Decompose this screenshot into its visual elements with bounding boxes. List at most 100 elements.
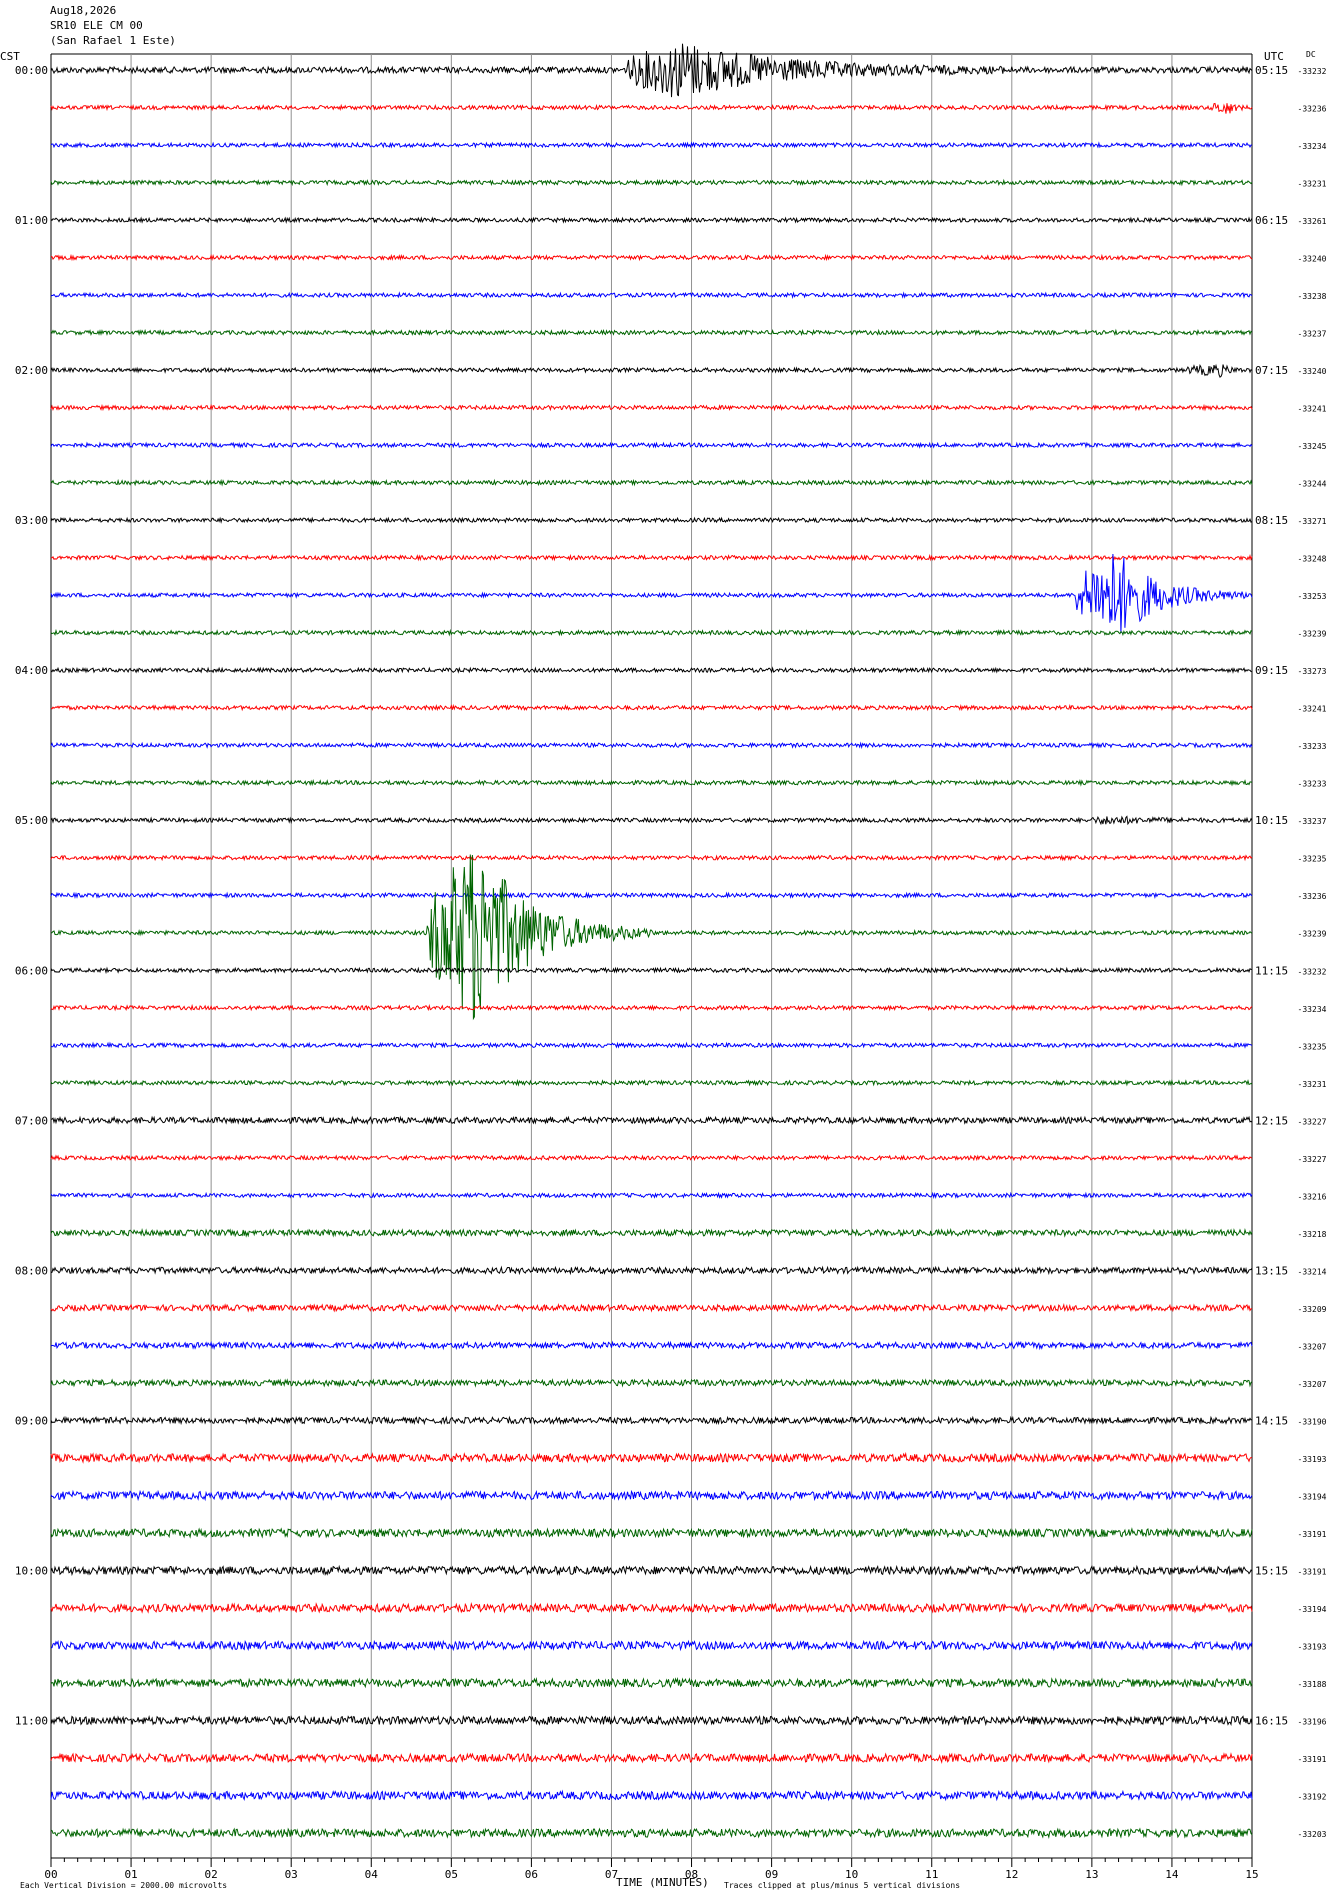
cst-hour-label: 05:00	[15, 814, 48, 827]
seismic-trace	[50, 854, 1253, 862]
dc-offset-label: -33216	[1298, 1192, 1327, 1201]
cst-hour-label: 04:00	[15, 664, 48, 677]
seismic-trace	[50, 741, 1253, 750]
cst-hour-label: 10:00	[15, 1564, 48, 1577]
dc-offset-label: -33238	[1298, 292, 1327, 301]
dc-offset-label: -33261	[1298, 217, 1327, 226]
seismic-trace	[50, 553, 1253, 634]
dc-offset-label: -33237	[1298, 330, 1327, 339]
dc-offset-label: -33227	[1298, 1117, 1327, 1126]
cst-hour-label: 01:00	[15, 214, 48, 227]
x-tick-label: 14	[1165, 1868, 1179, 1881]
dc-offset-label: -33194	[1298, 1605, 1327, 1614]
seismic-trace	[50, 1489, 1253, 1502]
seismic-trace	[50, 854, 1253, 1021]
seismic-trace	[50, 291, 1253, 299]
dc-offset-label: -33235	[1298, 1042, 1327, 1051]
dc-offset-label: -33214	[1298, 1267, 1327, 1276]
seismic-trace	[50, 1191, 1253, 1200]
traces	[50, 43, 1253, 1839]
seismic-trace	[50, 1227, 1253, 1238]
dc-offset-label: -33191	[1298, 1530, 1327, 1539]
x-tick-label: 00	[44, 1868, 57, 1881]
x-tick-label: 13	[1085, 1868, 1098, 1881]
x-tick-label: 11	[925, 1868, 938, 1881]
dc-offset-label: -33244	[1298, 480, 1327, 489]
seismic-trace	[50, 1564, 1253, 1577]
right-timezone-label: UTC	[1264, 50, 1284, 63]
dc-offset-label: -33194	[1298, 1492, 1327, 1501]
dc-offset-label: -33234	[1298, 142, 1327, 151]
seismic-trace	[50, 1527, 1253, 1539]
seismic-trace	[50, 441, 1253, 449]
seismic-trace	[50, 1714, 1253, 1727]
dc-offset-label: -33190	[1298, 1417, 1327, 1426]
utc-hour-label: 16:15	[1255, 1714, 1288, 1727]
dc-column-label: DC	[1306, 50, 1316, 59]
dc-offset-label: -33236	[1298, 105, 1327, 114]
dc-offset-label: -33232	[1298, 67, 1327, 76]
seismic-trace	[50, 666, 1253, 675]
dc-offset-label: -33232	[1298, 967, 1327, 976]
utc-hour-label: 10:15	[1255, 814, 1288, 827]
utc-hour-label: 07:15	[1255, 364, 1288, 377]
seismic-trace	[50, 628, 1253, 637]
seismic-trace	[50, 1154, 1253, 1162]
cst-hour-label: 09:00	[15, 1414, 48, 1427]
seismic-trace	[50, 703, 1253, 712]
seismic-trace	[50, 891, 1253, 900]
seismic-trace	[50, 1265, 1253, 1276]
seismic-trace	[50, 1639, 1253, 1652]
seismic-trace	[50, 1303, 1253, 1313]
seismic-trace	[50, 253, 1253, 262]
seismic-trace	[50, 1078, 1253, 1087]
seismic-trace	[50, 102, 1253, 114]
seismic-trace	[50, 1827, 1253, 1839]
left-timezone-label: CST	[0, 50, 20, 63]
cst-hour-label: 07:00	[15, 1114, 48, 1127]
dc-offset-label: -33236	[1298, 892, 1327, 901]
dc-offset-label: -33193	[1298, 1642, 1327, 1651]
utc-hour-label: 11:15	[1255, 964, 1288, 977]
utc-hour-label: 05:15	[1255, 64, 1288, 77]
seismic-trace	[50, 1115, 1253, 1126]
dc-offset-label: -33203	[1298, 1830, 1327, 1839]
seismic-trace	[50, 141, 1253, 149]
dc-offset-label: -33239	[1298, 930, 1327, 939]
cst-hour-label: 06:00	[15, 964, 48, 977]
seismic-trace	[50, 43, 1253, 98]
utc-hour-label: 08:15	[1255, 514, 1288, 527]
clip-note: Traces clipped at plus/minus 5 vertical …	[724, 1881, 960, 1890]
seismic-trace	[50, 779, 1253, 787]
seismic-trace	[50, 1789, 1253, 1802]
seismic-trace	[50, 216, 1253, 224]
seismic-trace	[50, 363, 1253, 378]
grid	[50, 53, 1253, 1867]
x-tick-label: 09	[765, 1868, 778, 1881]
dc-offset-label: -33192	[1298, 1792, 1327, 1801]
dc-offset-label: -33241	[1298, 405, 1327, 414]
x-tick-label: 01	[124, 1868, 137, 1881]
dc-offset-label: -33207	[1298, 1380, 1327, 1389]
dc-offset-label: -33273	[1298, 667, 1327, 676]
utc-hour-label: 09:15	[1255, 664, 1288, 677]
utc-hour-label: 15:15	[1255, 1564, 1288, 1577]
dc-offset-label: -33191	[1298, 1567, 1327, 1576]
dc-offset-label: -33196	[1298, 1717, 1327, 1726]
seismic-trace	[50, 1378, 1253, 1388]
x-tick-label: 10	[845, 1868, 858, 1881]
dc-offset-label: -33248	[1298, 555, 1327, 564]
dc-offset-label: -33188	[1298, 1680, 1327, 1689]
seismic-trace	[50, 815, 1253, 826]
x-axis-label: TIME (MINUTES)	[616, 1876, 709, 1889]
dc-offset-label: -33233	[1298, 742, 1327, 751]
dc-offset-label: -33218	[1298, 1230, 1327, 1239]
dc-offset-label: -33239	[1298, 630, 1327, 639]
seismic-trace	[50, 178, 1253, 187]
seismic-trace	[50, 966, 1252, 975]
seismic-trace	[50, 553, 1253, 562]
dc-offset-label: -33191	[1298, 1755, 1327, 1764]
x-tick-label: 05	[445, 1868, 458, 1881]
seismic-trace	[50, 1340, 1253, 1351]
dc-offset-label: -33253	[1298, 592, 1327, 601]
